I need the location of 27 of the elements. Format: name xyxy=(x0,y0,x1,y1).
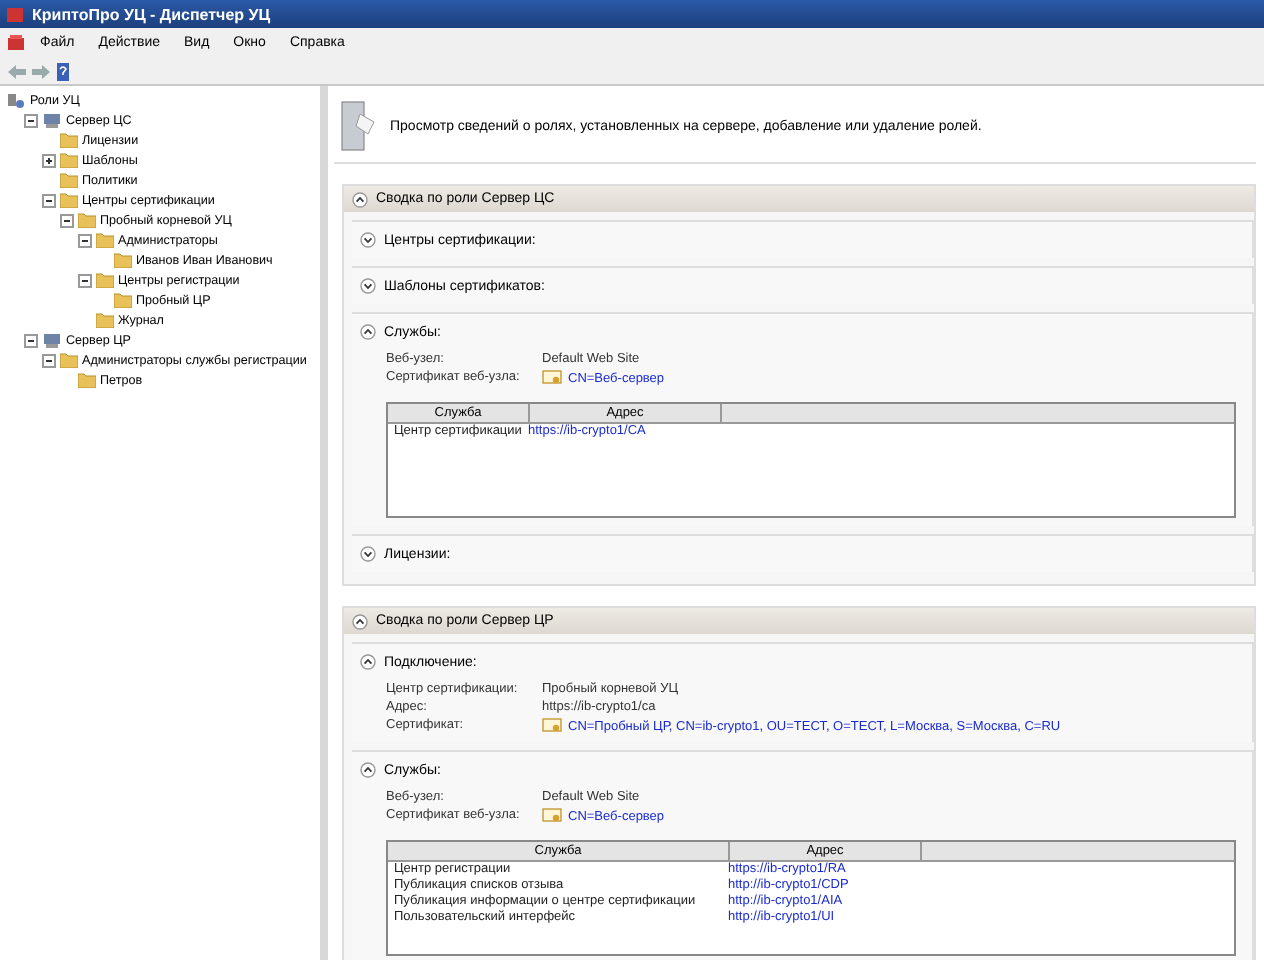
expand-icon[interactable] xyxy=(360,278,376,294)
collapse-icon[interactable] xyxy=(42,193,56,207)
certificate-icon xyxy=(542,808,562,824)
collapse-icon[interactable] xyxy=(24,113,38,127)
collapse-icon[interactable] xyxy=(24,333,38,347)
collapse-icon[interactable] xyxy=(60,213,74,227)
server-icon xyxy=(42,331,62,349)
app-icon xyxy=(6,5,24,23)
server-icon xyxy=(42,111,62,129)
collapse-icon[interactable] xyxy=(352,613,368,629)
collapse-icon[interactable] xyxy=(78,233,92,247)
collapse-icon[interactable] xyxy=(360,324,376,340)
app-menu-icon[interactable] xyxy=(6,34,26,52)
collapse-icon[interactable] xyxy=(352,191,368,207)
certificate-icon xyxy=(542,718,562,734)
server-roles-icon xyxy=(338,98,378,154)
help-icon[interactable] xyxy=(56,61,70,81)
expand-icon[interactable] xyxy=(360,546,376,562)
collapse-icon[interactable] xyxy=(78,273,92,287)
window-title: КриптоПро УЦ - Диспетчер УЦ xyxy=(32,5,271,23)
collapse-icon[interactable] xyxy=(42,353,56,367)
certificate-icon xyxy=(542,370,562,386)
collapse-icon[interactable] xyxy=(360,654,376,670)
expand-icon[interactable] xyxy=(360,232,376,248)
collapse-icon[interactable] xyxy=(360,762,376,778)
roles-icon xyxy=(6,91,26,109)
expand-icon[interactable] xyxy=(42,153,56,167)
